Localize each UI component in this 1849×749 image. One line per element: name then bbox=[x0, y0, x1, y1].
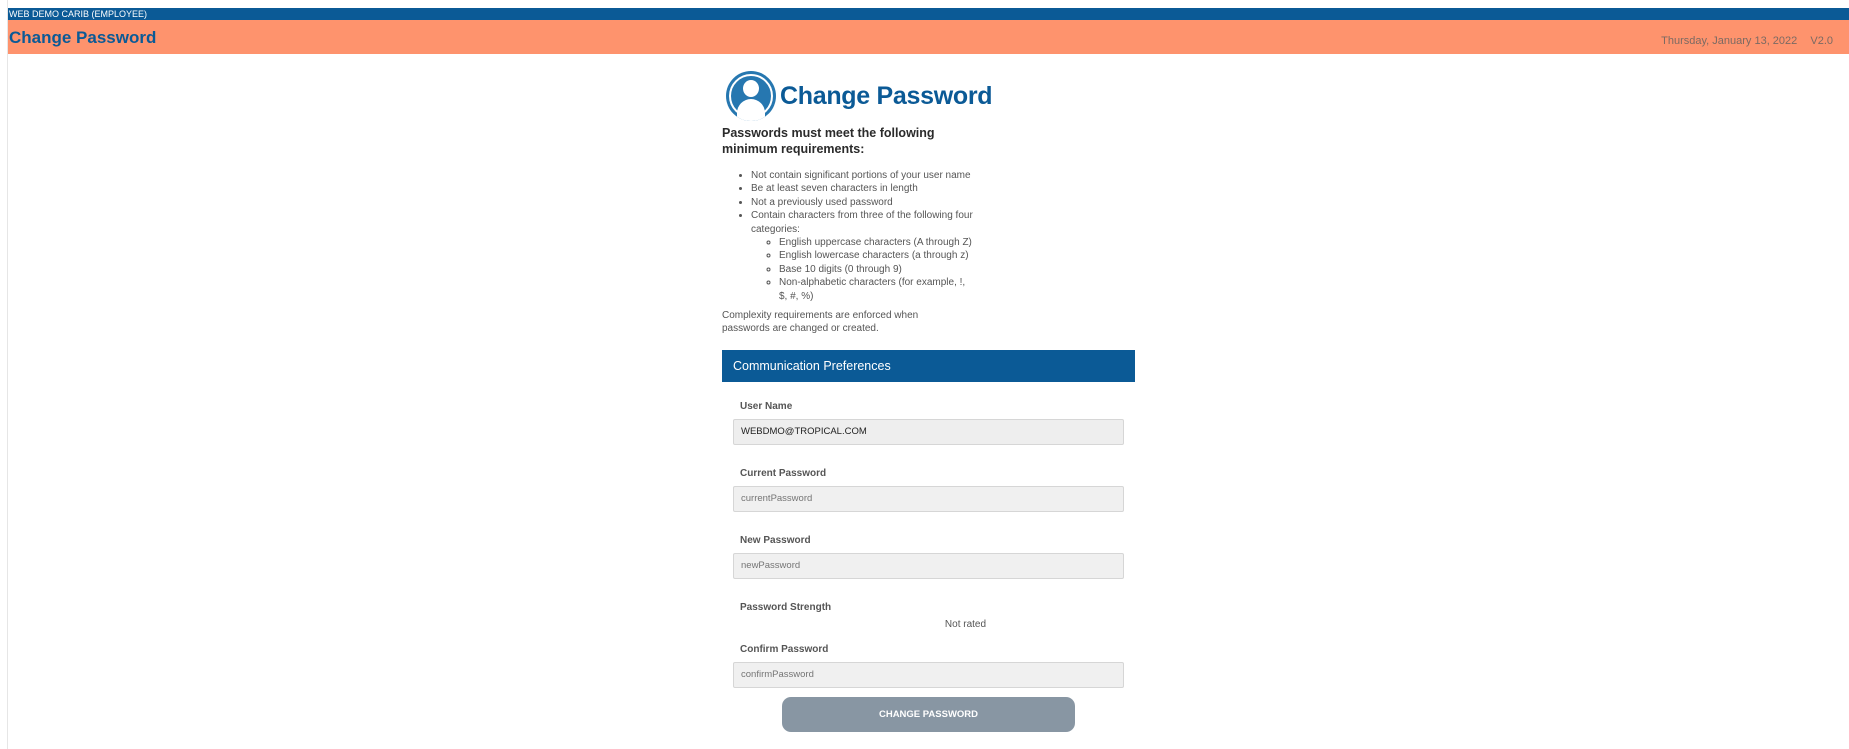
category-item: English uppercase characters (A through … bbox=[779, 236, 973, 249]
page-left-margin bbox=[0, 0, 8, 749]
change-password-form: User Name Current Password New Password … bbox=[722, 382, 1135, 732]
panel-title: Change Password bbox=[780, 81, 993, 110]
app-version: V2.0 bbox=[1810, 35, 1833, 47]
confirm-password-field[interactable] bbox=[733, 661, 1124, 688]
category-item: Base 10 digits (0 through 9) bbox=[779, 263, 973, 276]
user-circle-icon bbox=[726, 71, 776, 121]
user-info-bar: WEB DEMO CARIB (EMPLOYEE) bbox=[8, 8, 1849, 20]
current-password-field[interactable] bbox=[733, 485, 1124, 512]
confirm-password-label: Confirm Password bbox=[740, 643, 829, 655]
title-bar-meta: Thursday, January 13, 2022 V2.0 bbox=[1661, 35, 1833, 47]
change-password-button[interactable]: CHANGE PASSWORD bbox=[782, 696, 1075, 732]
page-title: Change Password bbox=[9, 28, 157, 47]
requirements-list: Not contain significant portions of your… bbox=[751, 169, 973, 303]
section-header: Communication Preferences bbox=[722, 349, 1135, 382]
current-password-label: Current Password bbox=[740, 467, 827, 479]
new-password-label: New Password bbox=[740, 534, 811, 546]
panel-heading: Change Password bbox=[722, 70, 1135, 122]
complexity-note: Complexity requirements are enforced whe… bbox=[722, 310, 919, 335]
title-bar: Change Password Thursday, January 13, 20… bbox=[8, 20, 1849, 54]
category-item: Non-alphabetic characters (for example, … bbox=[779, 276, 973, 303]
requirement-item: Be at least seven characters in length bbox=[751, 182, 973, 195]
password-strength-value: Not rated bbox=[944, 618, 987, 630]
password-strength-label: Password Strength bbox=[740, 601, 832, 613]
requirements-heading: Passwords must meet the following minimu… bbox=[722, 126, 935, 156]
current-date: Thursday, January 13, 2022 bbox=[1661, 35, 1798, 47]
category-item: English lowercase characters (a through … bbox=[779, 249, 973, 262]
change-password-panel: Change Password Passwords must meet the … bbox=[722, 70, 1135, 732]
requirement-item: Not contain significant portions of your… bbox=[751, 169, 973, 182]
user-info: WEB DEMO CARIB (EMPLOYEE) bbox=[9, 9, 148, 19]
username-field[interactable] bbox=[733, 418, 1124, 445]
username-label: User Name bbox=[740, 400, 793, 412]
requirement-item: Contain characters from three of the fol… bbox=[751, 209, 973, 303]
categories-list: English uppercase characters (A through … bbox=[779, 236, 973, 303]
requirement-item: Not a previously used password bbox=[751, 196, 973, 209]
new-password-field[interactable] bbox=[733, 552, 1124, 579]
requirement-item-label: Contain characters from three of the fol… bbox=[751, 210, 973, 235]
